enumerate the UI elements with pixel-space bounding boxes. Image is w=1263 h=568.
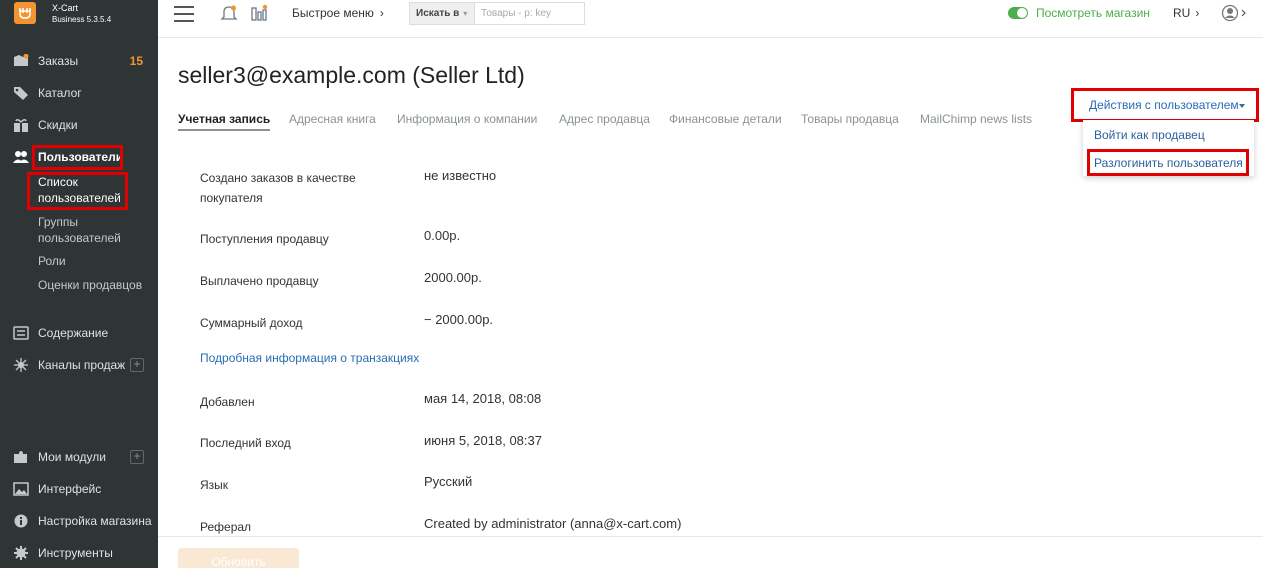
gear-icon [14, 546, 28, 560]
sidebar-item-label: Мои модули [38, 450, 106, 464]
menu-item-login-as-seller[interactable]: Войти как продавец [1094, 128, 1205, 142]
tab-account[interactable]: Учетная запись [178, 112, 271, 131]
highlight-users [32, 145, 123, 170]
sidebar-item-label: Скидки [38, 118, 78, 132]
language-selector[interactable]: RU › [1173, 6, 1199, 20]
orders-count-badge: 15 [129, 54, 143, 68]
sidebar-item-catalog[interactable]: Каталог [0, 79, 158, 107]
sidebar-item-label: Каналы продаж [38, 358, 126, 372]
field-value-seller-receipts: 0.00р. [424, 228, 461, 243]
sidebar-item-tools[interactable]: Инструменты [0, 539, 158, 567]
page-title: seller3@example.com (Seller Ltd) [178, 62, 525, 88]
sidebar-item-label: Содержание [38, 326, 109, 340]
field-value-total-income: − 2000.00р. [424, 312, 494, 327]
info-icon [14, 514, 28, 528]
field-value-last-login: июня 5, 2018, 08:37 [424, 433, 542, 448]
brand-name: X-Cart [52, 3, 79, 13]
field-value-paid-to-seller: 2000.00р. [424, 270, 482, 285]
brand-version: Business 5.3.5.4 [52, 15, 112, 24]
quick-menu-label: Быстрое меню [292, 6, 374, 20]
sidebar-item-store-setup[interactable]: Настройка магазина [0, 507, 158, 535]
bottom-bar: Обновить [158, 536, 1263, 568]
image-icon [13, 482, 29, 496]
user-account-icon[interactable] [1221, 4, 1251, 22]
quick-menu[interactable]: Быстрое меню › [292, 6, 384, 20]
add-sales-channel-icon[interactable]: + [130, 358, 144, 372]
sidebar-item-label: Инструменты [38, 546, 113, 560]
transaction-details-link[interactable]: Подробная информация о транзакциях [200, 351, 419, 365]
field-label-paid-to-seller: Выплачено продавцу [200, 274, 319, 288]
brand[interactable]: X-Cart Business 5.3.5.4 [0, 0, 158, 37]
sidebar-item-content[interactable]: Содержание [0, 319, 158, 347]
tab-seller-products[interactable]: Товары продавца [801, 112, 899, 126]
field-label-added: Добавлен [200, 395, 255, 409]
tab-company-info[interactable]: Информация о компании [397, 112, 537, 126]
update-button[interactable]: Обновить [178, 548, 299, 568]
sidebar-item-discounts[interactable]: Скидки [0, 111, 158, 139]
view-store-link[interactable]: Посмотреть магазин [1036, 6, 1150, 20]
sidebar: X-Cart Business 5.3.5.4 Заказы 15 Катало… [0, 0, 158, 568]
sidebar-item-interface[interactable]: Интерфейс [0, 475, 158, 503]
sidebar-subitem-seller-ratings[interactable]: Оценки продавцов [38, 277, 142, 293]
chevron-right-icon: › [1195, 6, 1200, 20]
field-value-orders-as-buyer: не известно [424, 168, 497, 183]
content-icon [13, 326, 29, 340]
gift-icon [14, 118, 28, 132]
sidebar-item-label: Каталог [38, 86, 82, 100]
tab-financial-details[interactable]: Финансовые детали [669, 112, 782, 126]
sidebar-subitem-user-groups[interactable]: Группы пользователей [38, 214, 138, 246]
search-input[interactable]: Товары - р: key [474, 2, 585, 25]
field-label-last-login: Последний вход [200, 436, 291, 450]
field-value-language: Русский [424, 474, 473, 489]
add-module-icon[interactable]: + [130, 450, 144, 464]
menu-icon[interactable] [174, 6, 194, 22]
users-icon [13, 151, 29, 163]
field-label-language: Язык [200, 478, 229, 492]
sidebar-item-label: Настройка магазина [38, 514, 152, 528]
sidebar-item-label: Интерфейс [38, 482, 102, 496]
sidebar-item-sales-channels[interactable]: Каналы продаж + [0, 351, 158, 379]
sidebar-item-orders[interactable]: Заказы 15 [0, 47, 158, 75]
tab-seller-address[interactable]: Адрес продавца [559, 112, 650, 126]
bell-icon[interactable] [220, 4, 238, 22]
search-scope-select[interactable]: Искать в ▾ [409, 2, 475, 25]
sidebar-subitem-roles[interactable]: Роли [38, 253, 66, 269]
search-scope-label: Искать в [416, 8, 460, 19]
tag-icon [14, 87, 28, 100]
sidebar-item-label: Заказы [38, 54, 79, 68]
field-label-total-income: Суммарный доход [200, 316, 303, 330]
highlight-logout-user [1087, 149, 1249, 176]
puzzle-icon [14, 451, 27, 463]
tab-mailchimp-lists[interactable]: MailChimp news lists [920, 112, 1032, 126]
language-label: RU [1173, 6, 1191, 20]
field-label-seller-receipts: Поступления продавцу [200, 232, 329, 246]
highlight-user-list [27, 172, 128, 210]
chevron-right-icon: › [379, 6, 384, 20]
caret-down-icon: ▾ [463, 9, 468, 18]
tab-address-book[interactable]: Адресная книга [289, 112, 376, 126]
view-store-toggle[interactable] [1008, 7, 1028, 19]
field-value-added: мая 14, 2018, 08:08 [424, 391, 542, 406]
field-value-referral: Created by administrator (anna@x-cart.co… [424, 516, 682, 531]
highlight-actions-button [1071, 88, 1259, 122]
sidebar-item-my-modules[interactable]: Мои модули + [0, 443, 158, 471]
sales-channels-icon [14, 358, 28, 372]
field-label-referral: Реферал [200, 520, 252, 534]
orders-icon [14, 54, 29, 66]
top-bar: Быстрое меню › Искать в ▾ Товары - р: key … [158, 0, 1263, 38]
xcart-logo[interactable] [14, 2, 36, 24]
sitemap-icon[interactable] [250, 4, 268, 22]
field-label-orders-as-buyer: Создано заказов в качестве покупателя [200, 171, 356, 205]
